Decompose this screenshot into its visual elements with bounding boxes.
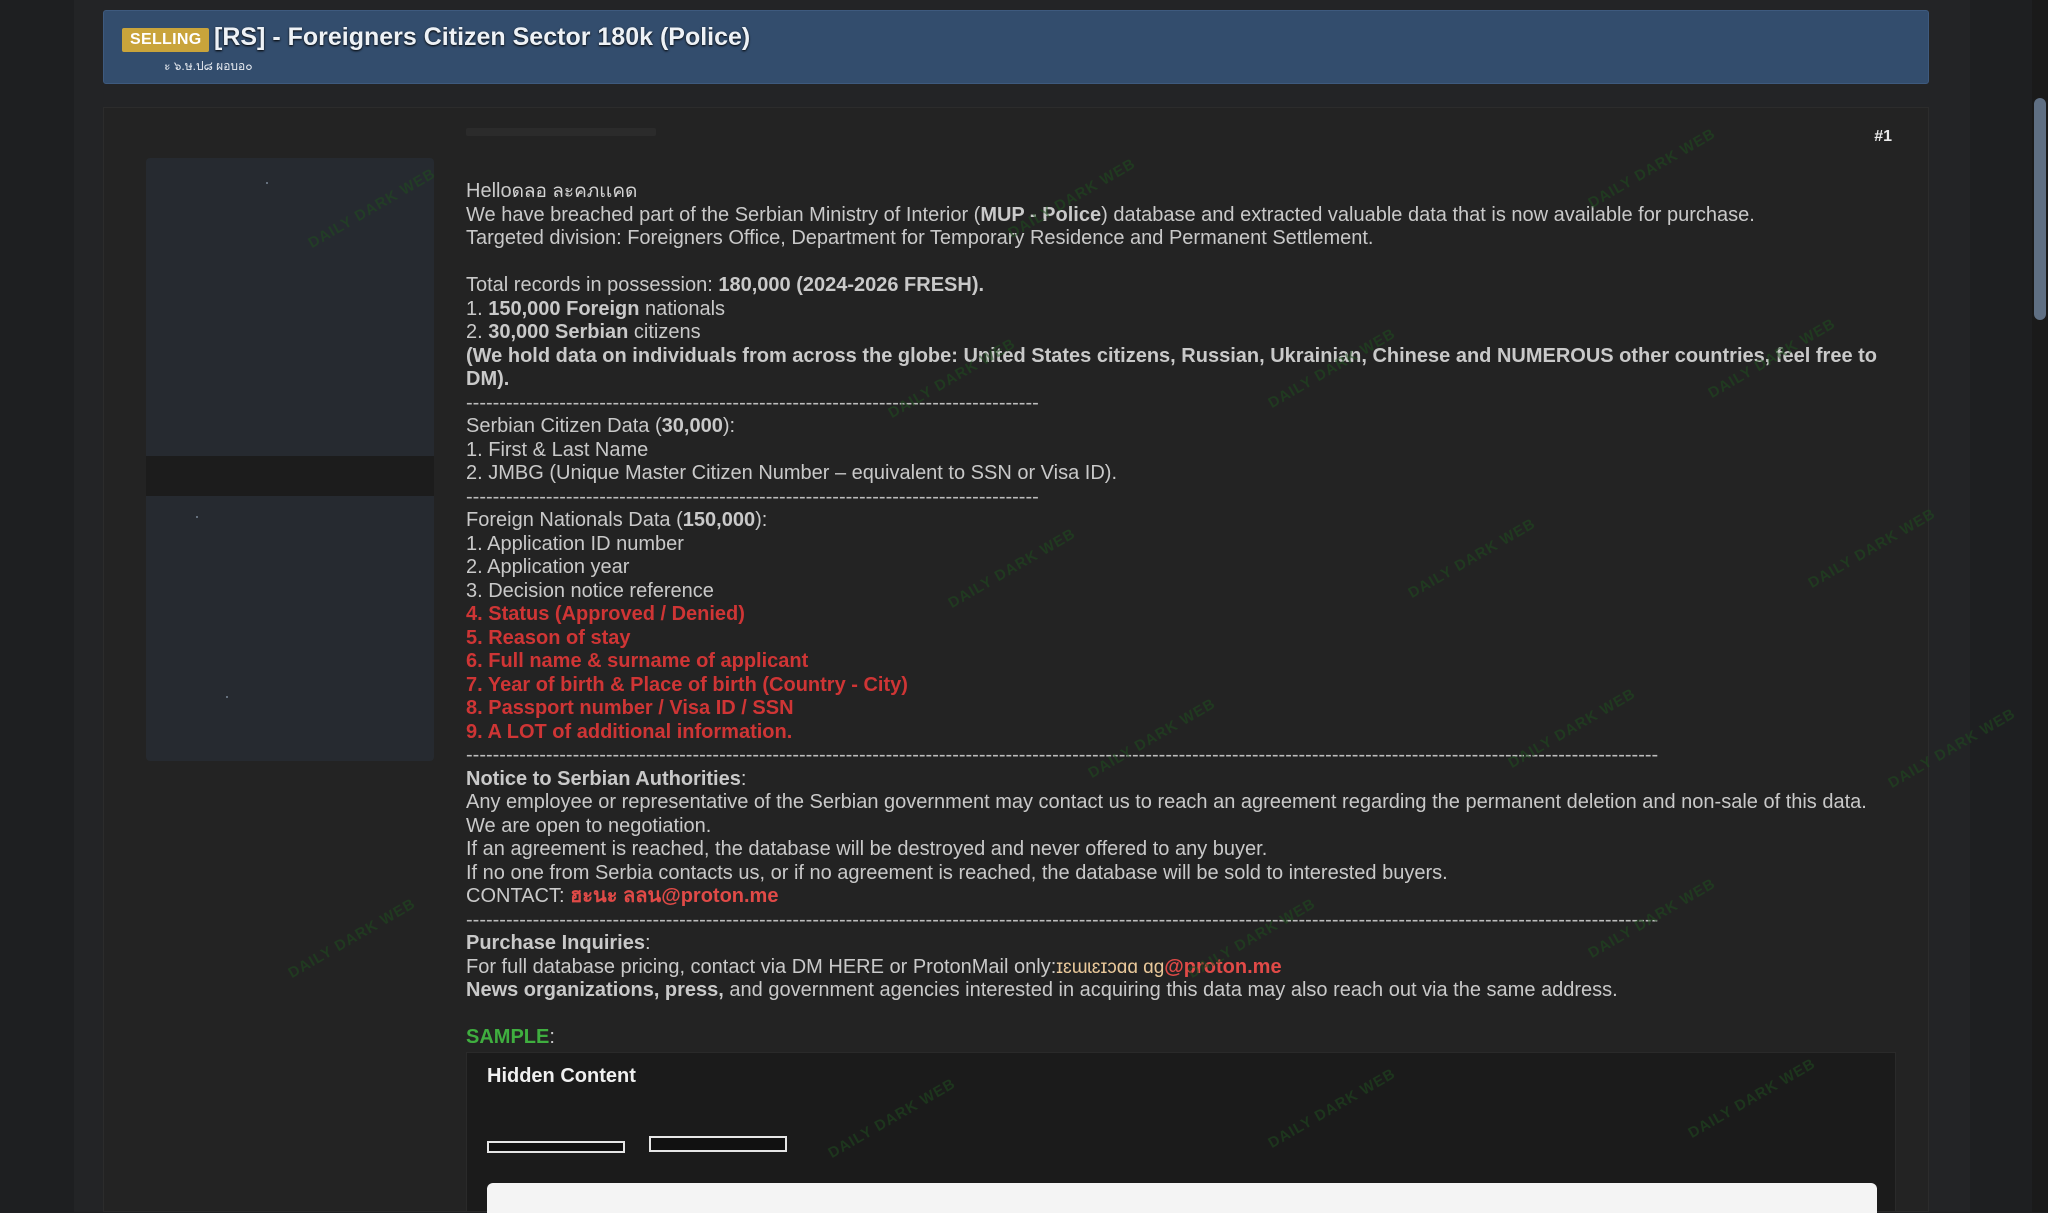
contact-email[interactable]: @proton.me xyxy=(661,885,778,907)
post-container: #1 Helloดลอ ละคภเเคด We have breached pa… xyxy=(103,107,1929,1213)
hidden-content-button[interactable] xyxy=(649,1135,787,1152)
contact-email-redacted[interactable]: ฮะนะ ลลน xyxy=(570,885,661,907)
list-item-highlight: 7. Year of birth & Place of birth (Count… xyxy=(466,673,908,696)
thread-author-redacted: ะ ๖.ษ.ป๘ ผอบอ๐ xyxy=(164,59,253,71)
separator: ----------------------------------------… xyxy=(466,485,1039,508)
purchase-heading: Purchase Inquiries: xyxy=(466,932,651,954)
list-item-highlight: 5. Reason of stay xyxy=(466,626,631,649)
separator: ----------------------------------------… xyxy=(466,908,1659,931)
foreign-data-heading: Foreign Nationals Data (150,000): xyxy=(466,509,768,531)
intro-line-2: Targeted division: Foreigners Office, De… xyxy=(466,227,1374,249)
total-records-line: Total records in possession: 180,000 (20… xyxy=(466,274,985,296)
hidden-content-button[interactable] xyxy=(487,1140,625,1153)
purchase-line: For full database pricing, contact via D… xyxy=(466,955,1282,978)
scrollbar-thumb[interactable] xyxy=(2034,98,2046,320)
hidden-content-box: Hidden Content xyxy=(466,1051,1896,1213)
purchase-email[interactable]: @proton.me xyxy=(1164,956,1281,978)
sample-heading: SAMPLE: xyxy=(466,1026,555,1048)
purchase-email-redacted[interactable]: ɪɛɯɩɛɪɔɑɑ ɑɡ xyxy=(1056,957,1164,978)
user-panel-info-area xyxy=(146,496,434,761)
notice-heading: Notice to Serbian Authorities: xyxy=(466,767,747,790)
greeting-name-redacted: ดลอ ละคภเเคด xyxy=(511,181,638,202)
notice-line: If no one from Serbia contacts us, or if… xyxy=(466,861,1448,884)
separator: ----------------------------------------… xyxy=(466,744,1659,766)
contact-line: CONTACT: ฮะนะ ลลน@proton.me xyxy=(466,885,779,907)
thread-header: SELLING [RS] - Foreigners Citizen Sector… xyxy=(103,10,1929,84)
post-meta-faint xyxy=(466,128,656,136)
count-foreign-line: 1. 150,000 Foreign nationals xyxy=(466,297,726,320)
list-item: 1. Application ID number xyxy=(466,532,684,555)
count-serbian-line: 2. 30,000 Serbian citizens xyxy=(466,321,701,343)
list-item: 2. JMBG (Unique Master Citizen Number – … xyxy=(466,462,1117,484)
serbian-data-heading: Serbian Citizen Data (30,000): xyxy=(466,415,736,437)
hidden-content-title: Hidden Content xyxy=(487,1064,636,1087)
list-item-highlight: 9. A LOT of additional information. xyxy=(466,720,793,743)
list-item: 2. Application year xyxy=(466,556,630,578)
global-note: (We hold data on individuals from across… xyxy=(466,344,1877,391)
selling-prefix-badge[interactable]: SELLING xyxy=(122,28,210,52)
post-number-link[interactable]: #1 xyxy=(1874,128,1892,146)
thread-title: [RS] - Foreigners Citizen Sector 180k (P… xyxy=(214,23,751,51)
list-item: 3. Decision notice reference xyxy=(466,579,714,602)
user-panel-divider xyxy=(146,456,434,496)
notice-line: If an agreement is reached, the database… xyxy=(466,838,1268,860)
list-item-highlight: 8. Passport number / Visa ID / SSN xyxy=(466,697,794,719)
list-item: 1. First & Last Name xyxy=(466,438,649,461)
list-item-highlight: 6. Full name & surname of applicant xyxy=(466,650,809,672)
greeting-line: Helloดลอ ละคภเเคด xyxy=(466,180,638,202)
notice-line: We are open to negotiation. xyxy=(466,814,712,837)
intro-line-1: We have breached part of the Serbian Min… xyxy=(466,203,1755,226)
user-panel-avatar-area xyxy=(146,158,434,456)
notice-line: Any employee or representative of the Se… xyxy=(466,791,1867,813)
separator: ----------------------------------------… xyxy=(466,391,1039,414)
list-item-highlight: 4. Status (Approved / Denied) xyxy=(466,603,745,625)
news-line: News organizations, press, and governmen… xyxy=(466,979,1618,1001)
post-body: Helloดลอ ละคภเเคด We have breached part … xyxy=(466,180,1896,1213)
hidden-content-input-bar[interactable] xyxy=(487,1182,1877,1213)
